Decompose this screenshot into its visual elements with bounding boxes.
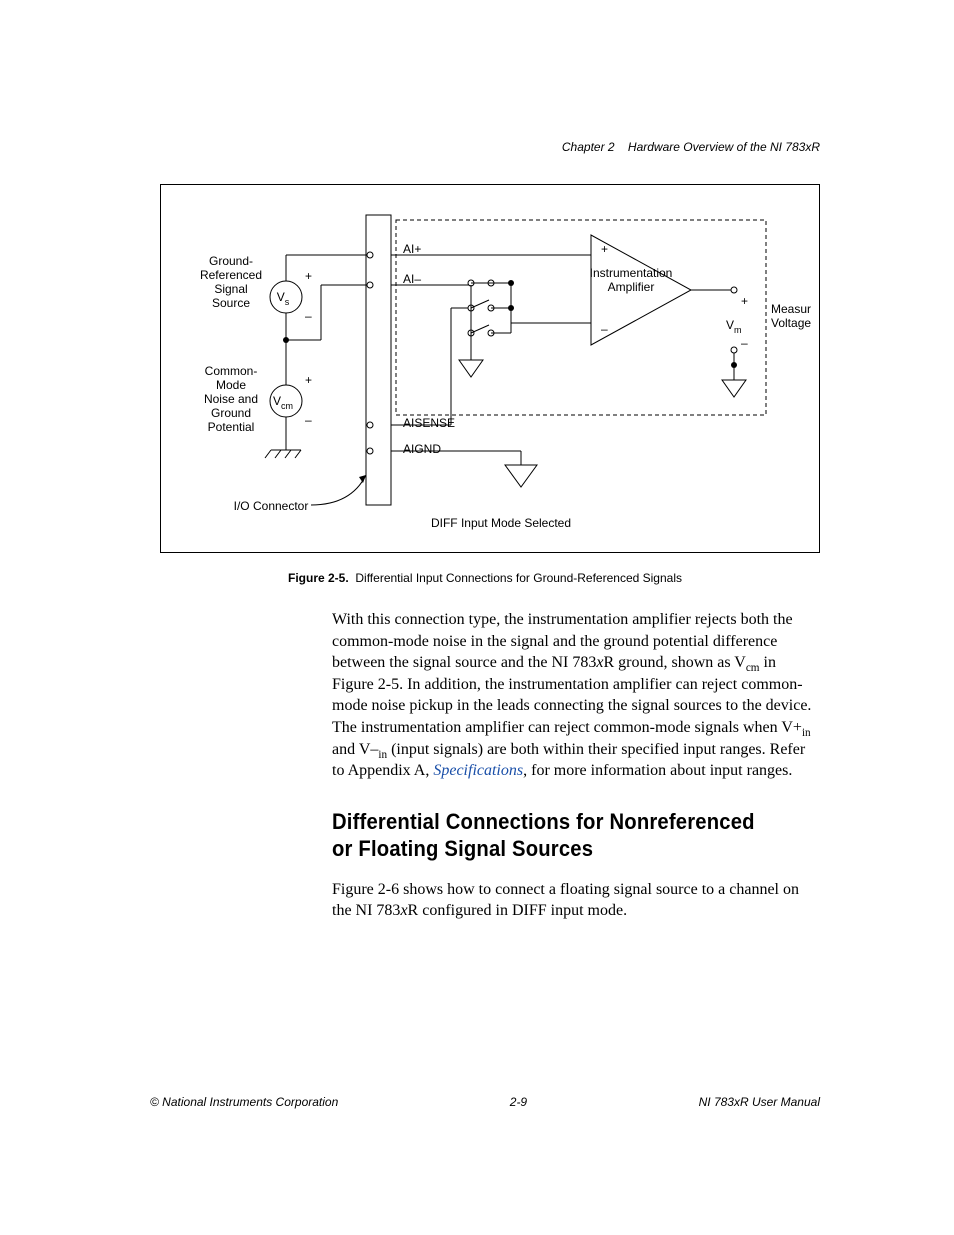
svg-text:–: – [601, 322, 608, 336]
svg-text:Voltage: Voltage [771, 316, 811, 330]
svg-text:Amplifier: Amplifier [608, 280, 655, 294]
svg-text:AI+: AI+ [403, 242, 421, 256]
svg-text:Common-: Common- [205, 364, 258, 378]
circuit-diagram: .ln{stroke:#000;stroke-width:1;fill:none… [171, 205, 811, 535]
svg-text:+: + [305, 269, 312, 283]
svg-text:AISENSE: AISENSE [403, 416, 455, 430]
svg-text:Ground: Ground [211, 406, 251, 420]
figure-caption: Figure 2-5. Differential Input Connectio… [150, 571, 820, 585]
svg-text:Mode: Mode [216, 378, 246, 392]
svg-text:+: + [601, 242, 608, 256]
running-header: Chapter 2 Hardware Overview of the NI 78… [150, 140, 820, 154]
svg-text:Referenced: Referenced [200, 268, 262, 282]
svg-text:–: – [741, 336, 748, 350]
svg-text:Measured: Measured [771, 302, 811, 316]
svg-text:+: + [741, 294, 748, 308]
paragraph-1: With this connection type, the instrumen… [332, 609, 820, 782]
svg-text:Instrumentation: Instrumentation [590, 266, 673, 280]
svg-text:Vs: Vs [277, 290, 290, 307]
svg-text:Vcm: Vcm [273, 394, 293, 411]
specifications-link[interactable]: Specifications [433, 762, 523, 779]
section-heading: Differential Connections for Nonreferenc… [332, 808, 781, 863]
chapter-title: Hardware Overview of the NI 783xR [628, 140, 820, 154]
svg-text:Signal: Signal [214, 282, 247, 296]
svg-text:–: – [305, 413, 312, 427]
figure-2-5: .ln{stroke:#000;stroke-width:1;fill:none… [160, 184, 820, 553]
svg-text:AI–: AI– [403, 272, 421, 286]
svg-text:Potential: Potential [208, 420, 255, 434]
svg-text:DIFF Input Mode Selected: DIFF Input Mode Selected [431, 516, 571, 530]
svg-text:Vm: Vm [726, 318, 742, 335]
figure-id: Figure 2-5. [288, 571, 349, 585]
svg-text:Noise and: Noise and [204, 392, 258, 406]
svg-text:–: – [305, 309, 312, 323]
footer-right: NI 783xR User Manual [699, 1095, 820, 1109]
svg-text:Ground-: Ground- [209, 254, 253, 268]
svg-text:Source: Source [212, 296, 250, 310]
svg-text:AIGND: AIGND [403, 442, 441, 456]
footer-center: 2-9 [510, 1095, 527, 1109]
svg-text:I/O Connector: I/O Connector [234, 499, 309, 513]
footer-left: © National Instruments Corporation [150, 1095, 338, 1109]
figure-caption-text: Differential Input Connections for Groun… [355, 571, 682, 585]
paragraph-2: Figure 2-6 shows how to connect a floati… [332, 879, 820, 922]
page-footer: © National Instruments Corporation 2-9 N… [150, 1095, 820, 1109]
chapter-label: Chapter 2 [562, 140, 615, 154]
svg-text:+: + [305, 373, 312, 387]
